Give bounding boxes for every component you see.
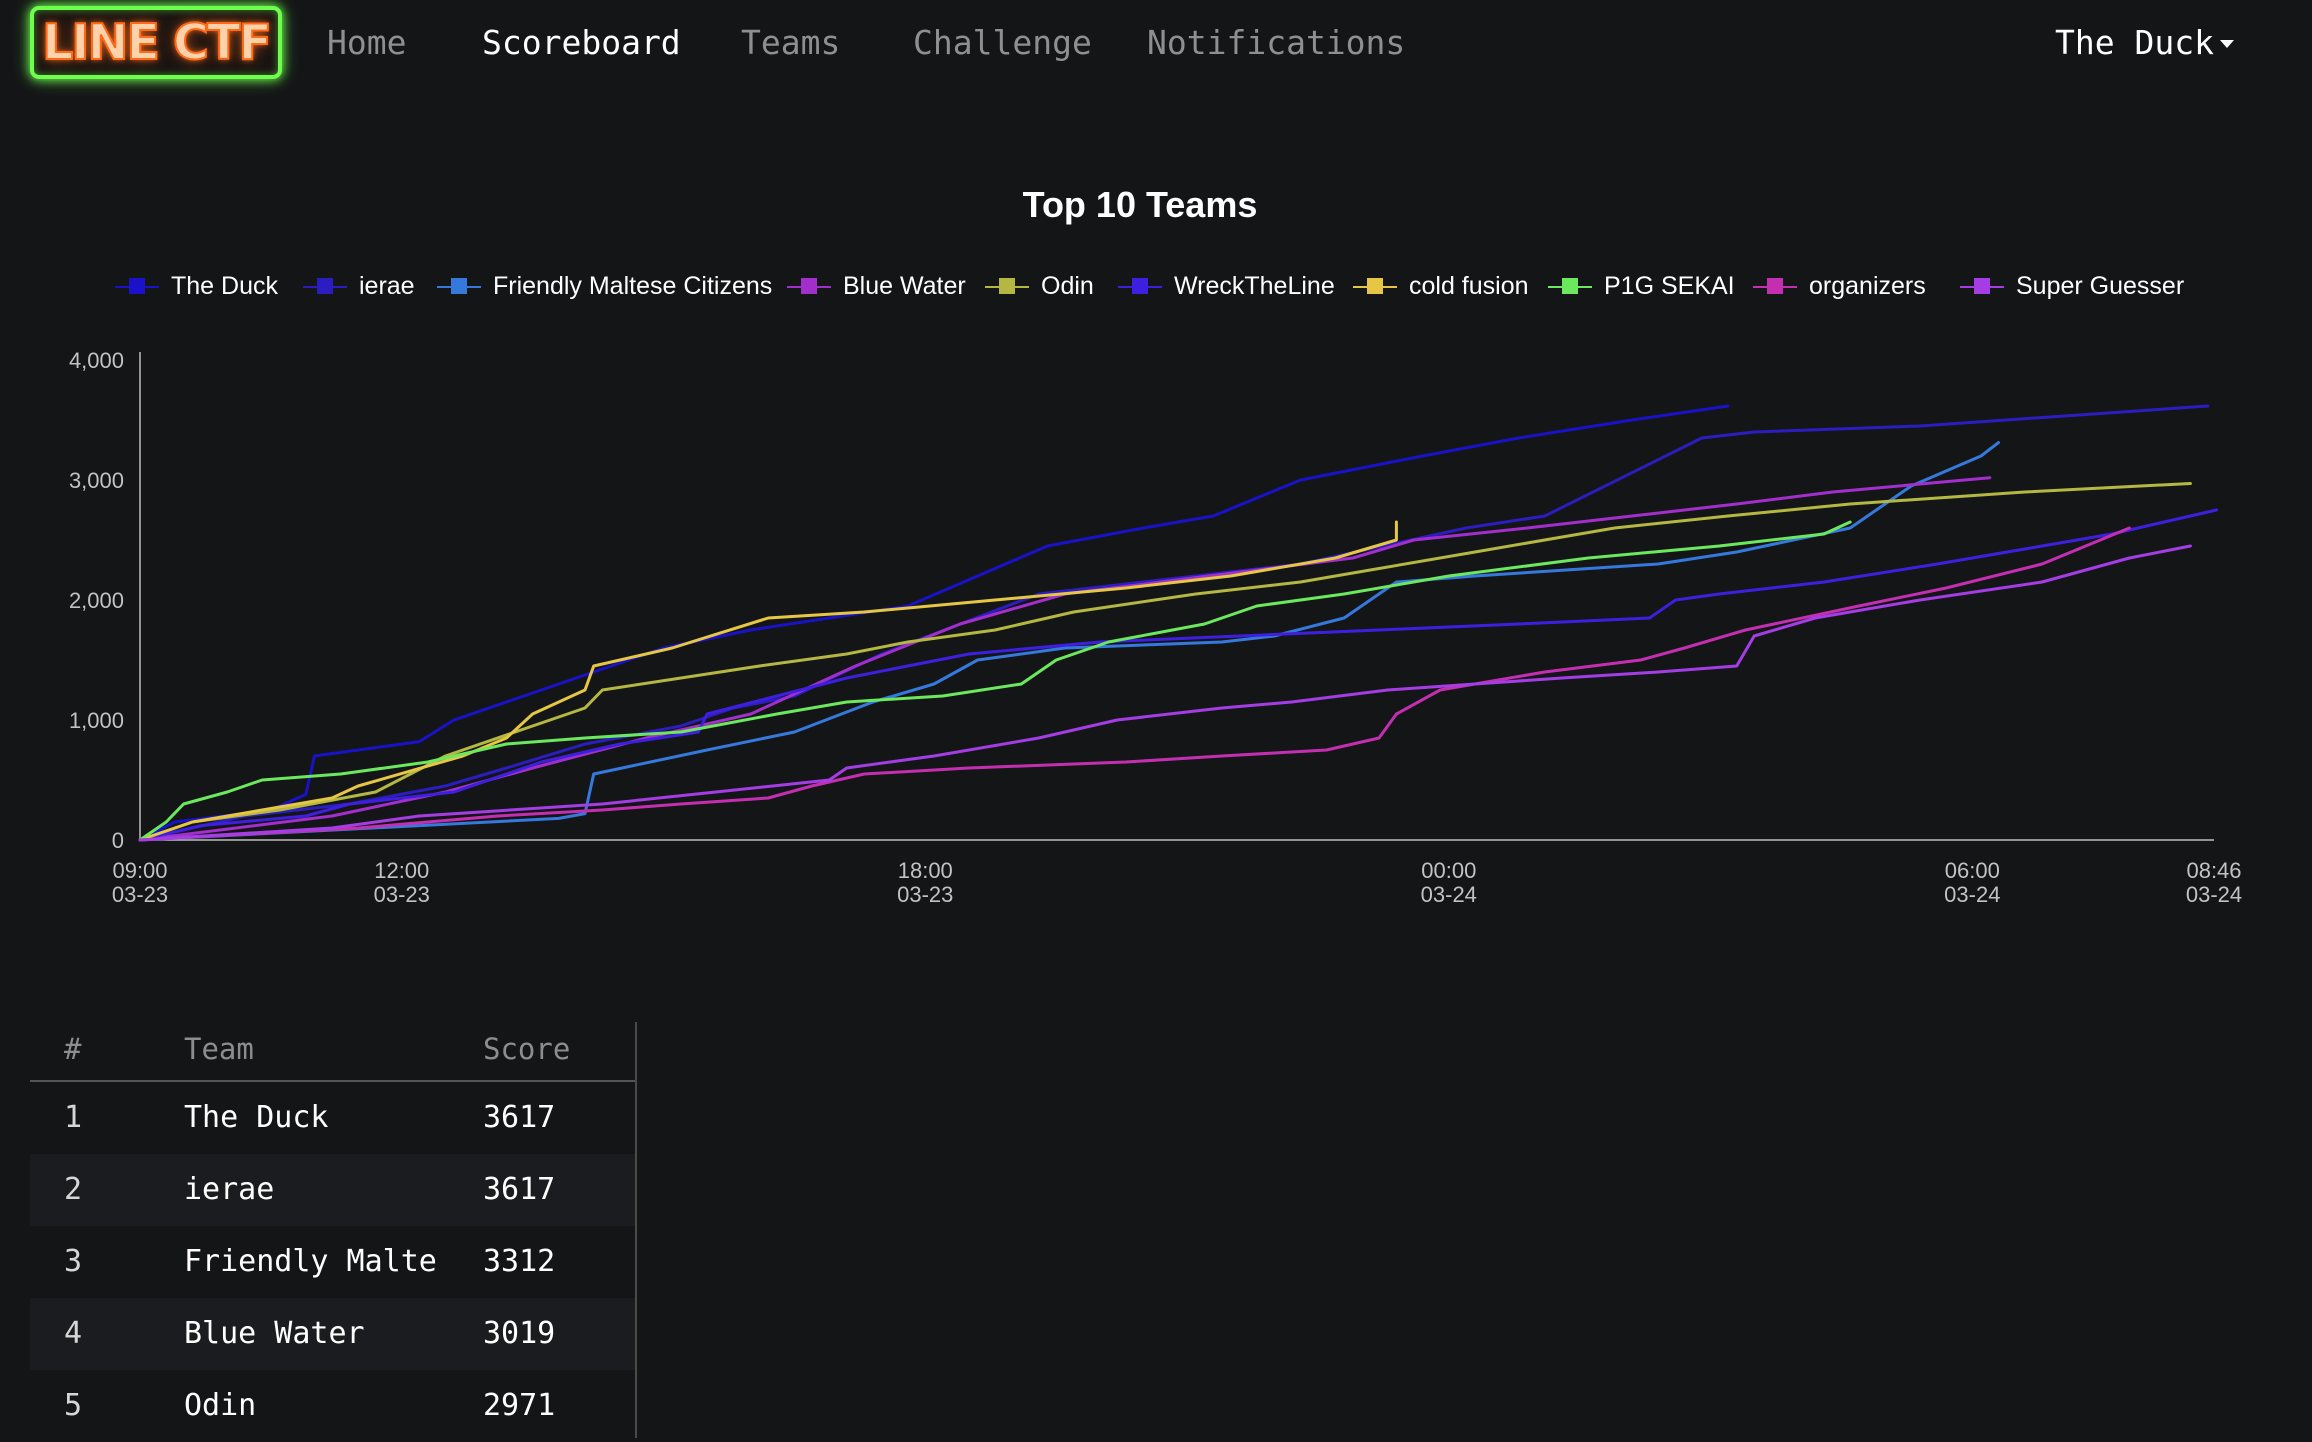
table-row[interactable]: 5 Odin 2971 [30,1370,635,1442]
header-rank: # [64,1032,82,1066]
row-team-link[interactable]: ierae [184,1172,274,1208]
chart-axes: 01,0002,0003,0004,00009:0003-2312:0003-2… [69,348,2242,907]
legend-label: Super Guesser [2016,272,2185,300]
series-line-blue-water [138,476,1992,842]
legend-swatch [999,278,1015,294]
x-tick-label-date: 03-23 [112,882,168,907]
caret-down-icon [2220,40,2234,48]
scoreboard-table: # Team Score 1 The Duck 3617 2 ierae 361… [30,1022,637,1438]
legend-label: The Duck [171,272,278,300]
row-score: 3312 [483,1244,556,1279]
legend-label: WreckTheLine [1174,272,1335,300]
legend-label: Friendly Maltese Citizens [493,272,773,300]
table-row[interactable]: 2 ierae 3617 [30,1154,635,1226]
navbar: LINE CTF Home Scoreboard Teams Challenge… [0,0,2312,86]
user-name: The Duck [2055,23,2214,62]
x-tick-label-time: 09:00 [112,858,167,883]
legend-swatch [801,278,817,294]
row-rank: 4 [64,1316,83,1351]
legend-label: Odin [1041,272,1094,300]
x-tick-label-time: 00:00 [1421,858,1476,883]
header-team[interactable]: Team [184,1032,254,1066]
nav-scoreboard[interactable]: Scoreboard [482,21,681,65]
header-score[interactable]: Score [483,1032,570,1066]
legend-swatch [1367,278,1383,294]
x-tick-label-time: 06:00 [1945,858,2000,883]
chart-legend: The Duck ierae Friendly Maltese Citizens… [0,265,2312,309]
x-tick-label-time: 08:46 [2186,858,2241,883]
user-menu-dropdown[interactable]: The Duck [2055,21,2234,65]
table-row[interactable]: 4 Blue Water 3019 [30,1298,635,1370]
nav-teams[interactable]: Teams [741,21,840,65]
x-tick-label-date: 03-23 [897,882,953,907]
line-ctf-logo[interactable]: LINE CTF [30,6,282,79]
legend-swatch [1767,278,1783,294]
nav-challenge[interactable]: Challenge [913,21,1092,65]
x-tick-label-date: 03-23 [374,882,430,907]
legend-label: organizers [1809,272,1926,300]
legend-label: P1G SEKAI [1604,272,1735,300]
y-tick-label: 3,000 [69,468,124,493]
y-tick-label: 2,000 [69,588,124,613]
row-team-link[interactable]: Odin [184,1388,256,1424]
chart-series [138,404,2219,842]
x-tick-label-date: 03-24 [1421,882,1477,907]
row-score: 3019 [483,1316,556,1351]
row-rank: 5 [64,1388,83,1423]
score-line-chart: 01,0002,0003,0004,00009:0003-2312:0003-2… [69,348,2242,907]
legend-swatch [129,278,145,294]
legend-label: cold fusion [1409,272,1529,300]
legend-swatch [1562,278,1578,294]
x-tick-label-date: 03-24 [1944,882,2000,907]
y-tick-label: 4,000 [69,348,124,373]
nav-notifications[interactable]: Notifications [1147,21,1405,65]
series-line-super-guesser [138,544,2192,842]
series-line-friendly-maltese-citizens [138,441,2000,842]
chart-title: Top 10 Teams [1022,184,1258,225]
series-line-ierae [138,404,2210,842]
series-line-cold-fusion [138,520,1398,842]
row-rank: 3 [64,1244,83,1279]
legend-swatch [1974,278,1990,294]
x-tick-label-date: 03-24 [2186,882,2242,907]
x-tick-label-time: 18:00 [898,858,953,883]
logo-text: LINE CTF [41,14,273,71]
legend-swatch [1132,278,1148,294]
table-row[interactable]: 1 The Duck 3617 [30,1082,635,1154]
row-team-link[interactable]: Friendly Malte [184,1244,437,1280]
row-score: 3617 [483,1100,556,1135]
x-tick-label-time: 12:00 [374,858,429,883]
series-line-the-duck [138,404,1730,842]
row-team-link[interactable]: Blue Water [184,1316,365,1352]
legend-label: ierae [359,272,415,300]
y-tick-label: 1,000 [69,708,124,733]
row-rank: 1 [64,1100,83,1135]
legend-swatch [451,278,467,294]
legend-label: Blue Water [843,272,966,300]
y-tick-label: 0 [112,828,124,853]
legend-swatch [317,278,333,294]
row-team-link[interactable]: The Duck [184,1100,329,1136]
table-row[interactable]: 3 Friendly Malte 3312 [30,1226,635,1298]
row-score: 3617 [483,1172,556,1207]
row-rank: 2 [64,1172,83,1207]
nav-home[interactable]: Home [327,21,406,65]
row-score: 2971 [483,1388,556,1423]
